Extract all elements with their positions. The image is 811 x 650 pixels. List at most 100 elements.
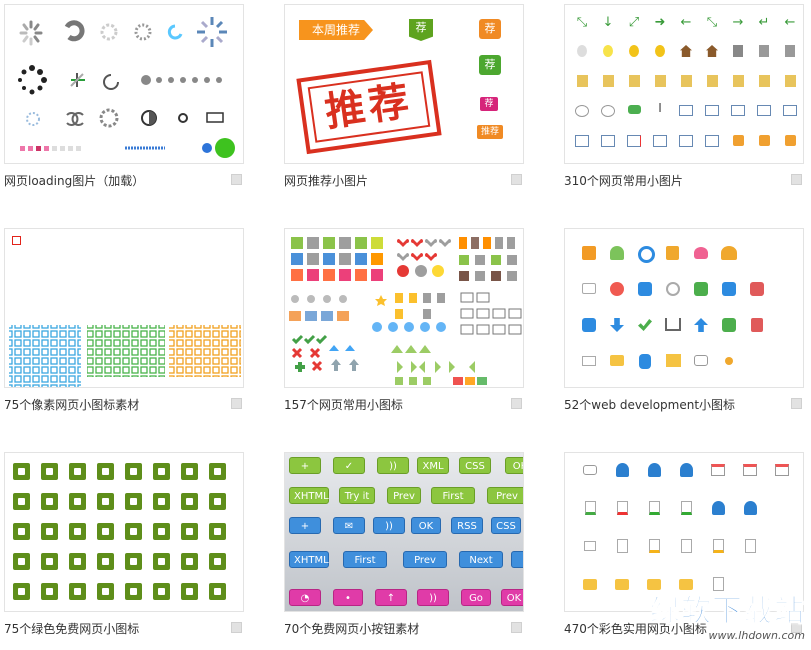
clipboard-icon xyxy=(576,75,588,87)
page-icon xyxy=(584,541,596,551)
message-icon xyxy=(601,105,615,117)
favorite-icon[interactable] xyxy=(231,398,242,409)
card-caption[interactable]: 310个网页常用小图片 xyxy=(564,172,683,189)
rss-icon xyxy=(784,135,796,146)
spinner-icon xyxy=(19,20,43,46)
favorite-icon[interactable] xyxy=(511,398,522,409)
green-icon xyxy=(41,523,58,540)
css-blue-button: CSS xyxy=(491,517,521,534)
users-icon xyxy=(721,246,737,260)
mail-icon xyxy=(679,135,693,147)
expand-icon: ⤢ xyxy=(628,15,640,30)
card-recommend[interactable]: 本周推荐 荐 荐 荐 推荐 荐 推荐 网页推荐小图片 xyxy=(284,4,524,194)
cart-icon xyxy=(665,318,681,331)
card-thumbnail[interactable]: ⤡ ↓ ⤢ ➜ ← ⤡ → ↵ ← I xyxy=(564,4,804,164)
card-caption[interactable]: 网页推荐小图片 xyxy=(284,172,368,189)
card-thumbnail[interactable] xyxy=(564,452,804,612)
card-caption[interactable]: 52个web development小图标 xyxy=(564,396,735,413)
user-pink-button: • xyxy=(333,589,363,606)
chat-pink-button: ◔ xyxy=(289,589,321,606)
favorite-icon[interactable] xyxy=(231,174,242,185)
window-icon xyxy=(743,464,757,476)
window-icon xyxy=(775,464,789,476)
folder-icon xyxy=(647,579,661,590)
folder-icon xyxy=(583,579,597,590)
clipboard-icon xyxy=(732,75,744,87)
green-icon xyxy=(13,493,30,510)
green-icon xyxy=(125,493,142,510)
card-157-icons[interactable]: 157个网页常用小图标 xyxy=(284,228,524,418)
favorite-icon[interactable] xyxy=(231,622,242,633)
chat-icon xyxy=(583,465,597,475)
green-icon xyxy=(181,583,198,600)
key-lock-icons xyxy=(375,293,445,319)
arrow-down-icon xyxy=(610,318,624,332)
check-icon xyxy=(638,319,652,331)
prev-button-2: Prev xyxy=(487,487,523,504)
card-caption[interactable]: 75个绿色免费网页小图标 xyxy=(4,620,139,637)
doc-icon xyxy=(713,577,724,591)
clipboard-icon xyxy=(654,75,666,87)
green-icon-grid xyxy=(13,463,237,611)
gear-icon xyxy=(666,282,680,296)
spinner-icon xyxy=(103,74,119,90)
arrow-right-icon: ➜ xyxy=(654,15,666,30)
play-icon xyxy=(722,318,736,332)
box-icons xyxy=(453,377,487,385)
server-icon xyxy=(785,45,795,57)
green-icon xyxy=(97,523,114,540)
card-pixel-icons[interactable]: 75个像素网页小图标素材 xyxy=(4,228,244,418)
doc-lock-icon xyxy=(681,539,692,553)
user-rss-blue-button: )) xyxy=(373,517,405,534)
card-thumbnail[interactable] xyxy=(4,452,244,612)
user-icon xyxy=(744,501,757,515)
spinner-icon xyxy=(64,20,85,42)
card-thumbnail[interactable]: + ✓ )) XML CSS OK XHTML Try it Prev Firs… xyxy=(284,452,524,612)
card-caption[interactable]: 157个网页常用小图标 xyxy=(284,396,403,413)
card-buttons[interactable]: + ✓ )) XML CSS OK XHTML Try it Prev Firs… xyxy=(284,452,524,642)
favorite-icon[interactable] xyxy=(791,398,802,409)
card-thumbnail[interactable] xyxy=(4,4,244,164)
card-caption[interactable]: 网页loading图片（加载） xyxy=(4,172,144,189)
spinner-icon xyxy=(197,17,227,47)
card-caption[interactable]: 75个像素网页小图标素材 xyxy=(4,396,139,413)
card-310-icons[interactable]: ⤡ ↓ ⤢ ➜ ← ⤡ → ↵ ← I 310个网页常用小图片 xyxy=(564,4,804,194)
plus-icon xyxy=(638,282,652,296)
card-thumbnail[interactable]: 本周推荐 荐 荐 荐 推荐 荐 推荐 xyxy=(284,4,524,164)
add-user-blue-button: + xyxy=(289,517,321,534)
user-icon xyxy=(680,463,693,477)
recommend-tag-pink: 荐 xyxy=(480,97,498,111)
mail-icon xyxy=(757,105,771,116)
green-icon xyxy=(181,523,198,540)
card-caption[interactable]: 70个免费网页小按钮素材 xyxy=(284,620,419,637)
multicolor-pixel-icons xyxy=(9,325,241,387)
blue-pixel-icons xyxy=(9,325,81,387)
card-thumbnail[interactable] xyxy=(284,228,524,388)
clipboard-icon xyxy=(680,75,692,87)
card-thumbnail[interactable] xyxy=(564,228,804,388)
mail-icon xyxy=(582,356,596,366)
bulb-icon xyxy=(655,45,665,57)
card-loading[interactable]: 网页loading图片（加载） xyxy=(4,4,244,194)
lock-icon xyxy=(666,246,679,260)
favorite-icon[interactable] xyxy=(791,174,802,185)
spinner-icon xyxy=(99,108,119,128)
spinner-icon xyxy=(178,113,188,123)
doc-add-icon xyxy=(617,539,628,553)
watermark-title: 绿软下载站 xyxy=(650,594,805,629)
first-blue-button: First xyxy=(343,551,387,568)
card-green-icons[interactable]: 75个绿色免费网页小图标 xyxy=(4,452,244,642)
blue-button-partial xyxy=(511,551,523,568)
progress-bar-icon xyxy=(206,112,224,123)
favorite-icon[interactable] xyxy=(511,622,522,633)
common-icons-collage xyxy=(289,237,522,385)
next-blue-button: Next xyxy=(459,551,503,568)
camera-icon xyxy=(582,283,596,294)
card-web-dev-icons[interactable]: 52个web development小图标 xyxy=(564,228,804,418)
window-icon xyxy=(711,464,725,476)
bulb-icon xyxy=(603,45,613,57)
green-icon xyxy=(13,553,30,570)
zoom-icons xyxy=(372,322,446,332)
card-thumbnail[interactable] xyxy=(4,228,244,388)
favorite-icon[interactable] xyxy=(511,174,522,185)
